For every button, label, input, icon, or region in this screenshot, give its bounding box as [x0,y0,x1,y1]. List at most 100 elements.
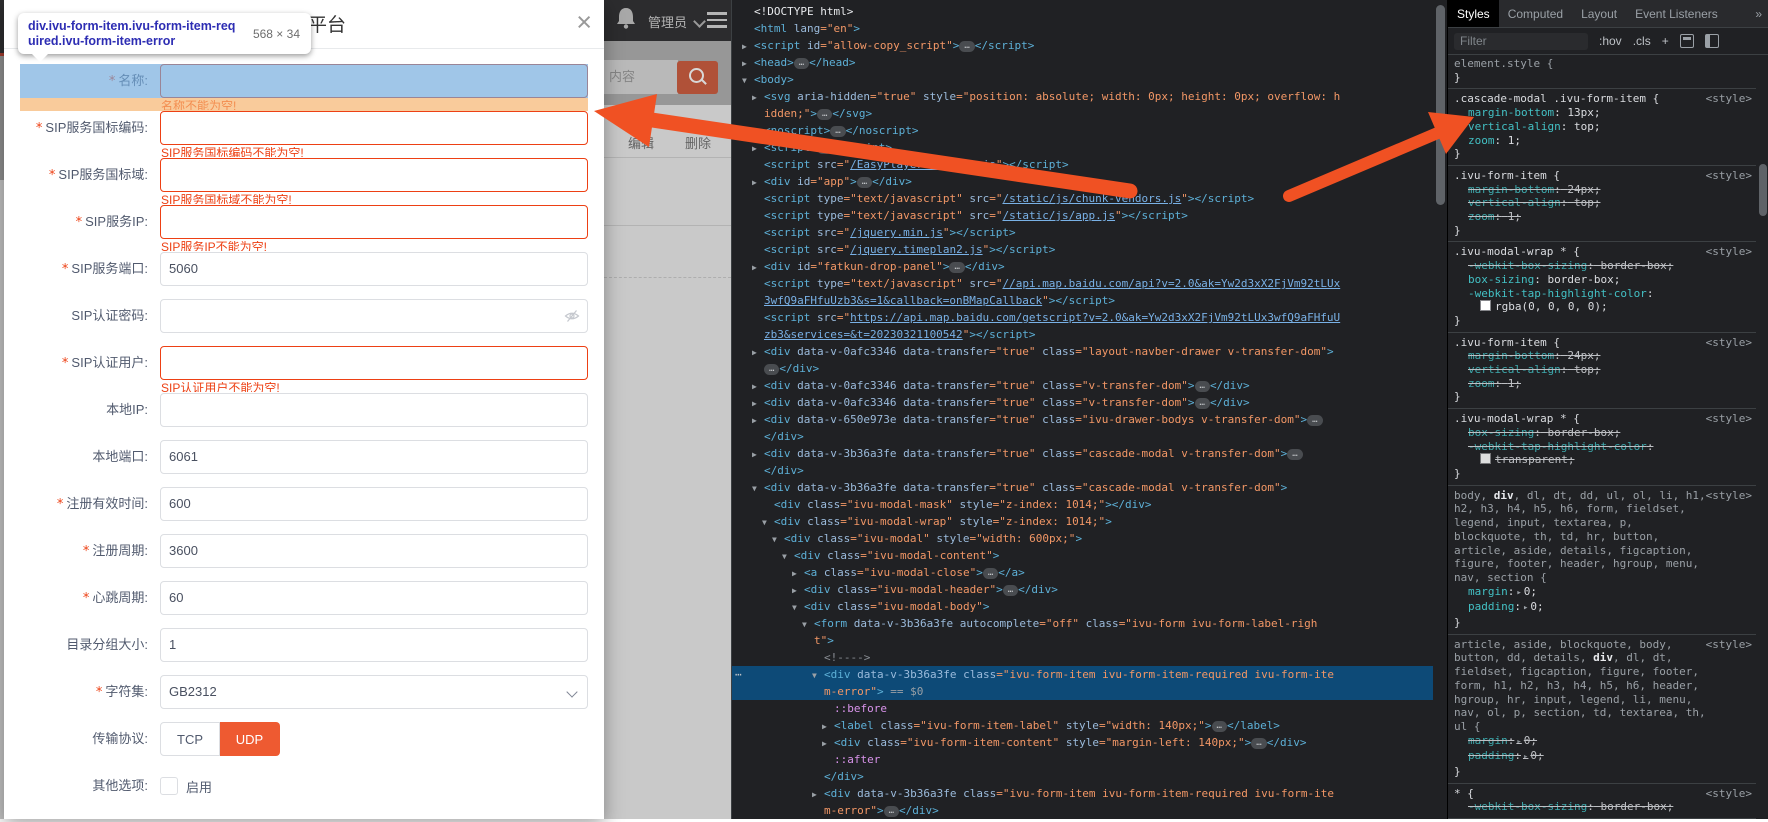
dom-tree-line[interactable]: </div> [732,462,1433,479]
elements-scrollbar[interactable] [1433,0,1447,819]
dom-tree-line[interactable]: ▶ <svg aria-hidden="true" style="position… [732,88,1433,105]
text-field[interactable]: 1 [160,628,588,662]
pseudo-state-toggle[interactable]: :hov [1599,34,1622,48]
css-property[interactable]: margin-bottom: 24px; [1454,349,1752,363]
collapsed-content-ellipsis[interactable]: … [816,143,833,154]
collapsed-content-ellipsis[interactable]: … [856,177,873,188]
collapsed-content-ellipsis[interactable]: … [793,58,810,69]
css-rule[interactable]: .ivu-form-item {<style> margin-bottom: 24… [1448,333,1756,410]
expand-arrow-icon[interactable]: ▶ [752,174,757,191]
more-tabs-icon[interactable]: » [1748,0,1768,27]
collapsed-content-ellipsis[interactable]: … [1307,415,1323,426]
css-property[interactable]: margin: ▸ 0; [1454,734,1752,750]
collapsed-content-ellipsis[interactable]: … [1287,449,1303,460]
dom-tree-line[interactable]: <html lang="en"> [732,20,1433,37]
dom-tree-line[interactable]: ▶ <div data-v-3b36a3fe data-transfer="tru… [732,445,1433,462]
collapse-arrow-icon[interactable]: ▼ [802,616,807,633]
css-rule[interactable]: * {<style> -webkit-box-sizing: border-box… [1448,784,1756,819]
dom-tree-line[interactable]: <script src="/jquery.min.js"></script> [732,224,1433,241]
dom-tree-line[interactable]: ▶ <div data-v-0afc3346 data-transfer="tru… [732,343,1433,360]
password-field[interactable] [160,299,588,333]
dom-tree-line[interactable]: <script type="text/javascript" src="/sta… [732,190,1433,207]
radio-option-udp[interactable]: UDP [220,722,280,756]
css-property-value[interactable]: rgba(0, 0, 0, 0); [1454,300,1752,314]
select-field[interactable]: GB2312 [160,675,588,709]
dom-tree-line[interactable]: ▶ <div class="ivu-form-item-content" styl… [732,734,1433,751]
dom-tree-line[interactable]: ▶ <div id="app">… </div> [732,173,1433,190]
dom-tree-line[interactable]: ▶ <noscript>… </noscript> [732,122,1433,139]
dom-tree-line[interactable]: ▶ <script>… </script> [732,139,1433,156]
dom-tree-line[interactable]: ▶ <head>… </head> [732,54,1433,71]
stylesheet-source-link[interactable]: <style> [1706,169,1752,183]
collapsed-content-ellipsis[interactable]: … [959,41,975,52]
dom-tree-line[interactable]: <!----> [732,649,1433,666]
dom-tree-line[interactable]: ▶ <div class="ivu-modal-header">… </div> [732,581,1433,598]
expand-arrow-icon[interactable]: ▶ [752,378,757,395]
css-rule[interactable]: article, aside, blockquote, body, button… [1448,635,1756,784]
css-property[interactable]: margin-bottom: 24px; [1454,183,1752,197]
css-property[interactable]: zoom: 1; [1454,377,1752,391]
css-property[interactable]: box-sizing: border-box; [1454,426,1752,440]
dom-tree-line[interactable]: idden;">… </svg> [732,105,1433,122]
css-property[interactable]: vertical-align: top; [1454,196,1752,210]
new-style-rule-button[interactable]: + [1662,34,1669,48]
collapsed-content-ellipsis[interactable]: … [816,109,833,120]
css-property-value[interactable]: transparent; [1454,453,1752,467]
dom-tree-line[interactable]: ▼ <div class="ivu-modal-content"> [732,547,1433,564]
dom-tree-line[interactable]: zb3&services=&t=20230321100542"></script… [732,326,1433,343]
dom-tree-line[interactable]: ▼ <div class="ivu-modal-body"> [732,598,1433,615]
expand-arrow-icon[interactable]: ▶ [752,89,757,106]
dom-tree-line[interactable]: ▶ <script id="allow-copy_script">… </scrip… [732,37,1433,54]
collapsed-content-ellipsis[interactable]: … [1194,398,1210,409]
dom-tree-line[interactable]: 3wfQ9aFHfuUzb3&s=1&callback=onBMapCallba… [732,292,1433,309]
tab-layout[interactable]: Layout [1572,0,1626,27]
stylesheet-source-link[interactable]: <style> [1706,787,1752,801]
dom-tree-line[interactable]: <script src="https://api.map.baidu.com/g… [732,309,1433,326]
css-property[interactable]: margin: ▸ 0; [1454,585,1752,601]
expand-arrow-icon[interactable]: ▶ [752,140,757,157]
collapse-arrow-icon[interactable]: ▼ [772,531,777,548]
collapsed-content-ellipsis[interactable]: … [1002,585,1019,596]
dom-tree-line[interactable]: m-error">… </div> [732,802,1433,819]
css-property[interactable]: -webkit-box-sizing: border-box; [1454,259,1752,273]
text-field[interactable]: 3600 [160,534,588,568]
dom-tree-line[interactable]: <script type="text/javascript" src="/sta… [732,207,1433,224]
stylesheet-source-link[interactable]: <style> [1706,336,1752,350]
dom-tree-line[interactable]: <script src="/jquery.timeplan2.js"></scr… [732,241,1433,258]
collapsed-content-ellipsis[interactable]: … [1251,738,1267,749]
text-field[interactable]: 5060 [160,252,588,286]
expand-arrow-icon[interactable]: ▶ [752,123,757,140]
css-property[interactable]: padding: ▸ 0; [1454,600,1752,616]
dom-tree-line[interactable]: ▼ <div class="ivu-modal-wrap" style="z-in… [732,513,1433,530]
text-field[interactable] [160,393,588,427]
text-field[interactable] [160,111,588,145]
collapse-arrow-icon[interactable]: ▼ [742,72,747,89]
collapsed-content-ellipsis[interactable]: … [949,262,965,273]
sidebar-dock-icon[interactable] [1704,34,1719,48]
scrollbar-thumb[interactable] [1436,5,1445,205]
css-rule[interactable]: .ivu-form-item {<style> margin-bottom: 24… [1448,166,1756,243]
expand-arrow-icon[interactable]: ▶ [822,735,827,752]
dom-tree-line[interactable]: ▶ <div id="fatkun-drop-panel">… </div> [732,258,1433,275]
collapse-arrow-icon[interactable]: ▼ [782,548,787,565]
dom-tree-line[interactable]: ▼ <div class="ivu-modal" style="width: 60… [732,530,1433,547]
text-field[interactable] [160,205,588,239]
stylesheet-source-link[interactable]: <style> [1706,92,1752,106]
dom-tree-line[interactable]: ▶ <div data-v-0afc3346 data-transfer="tru… [732,394,1433,411]
text-field[interactable] [160,346,588,380]
css-rule[interactable]: .ivu-modal-wrap * {<style> box-sizing: bo… [1448,409,1756,486]
color-swatch[interactable] [1480,453,1491,465]
password-visibility-icon[interactable] [564,309,580,328]
enable-checkbox[interactable] [160,777,178,795]
dom-tree-line[interactable]: ::before [732,700,1433,717]
scrollbar-thumb[interactable] [1759,164,1767,216]
stylesheet-source-link[interactable]: <style> [1706,412,1752,426]
tab-styles[interactable]: Styles [1448,0,1499,27]
collapsed-content-ellipsis[interactable]: … [982,568,999,579]
expand-arrow-icon[interactable]: ▶ [822,718,827,735]
dom-tree-line[interactable]: </div> [732,768,1433,785]
collapsed-content-ellipsis[interactable]: … [883,806,900,817]
dom-tree-line[interactable]: ▶ <div data-v-3b36a3fe class="ivu-form-it… [732,785,1433,802]
dom-tree-line[interactable]: </div> [732,428,1433,445]
text-field[interactable]: 6061 [160,440,588,474]
